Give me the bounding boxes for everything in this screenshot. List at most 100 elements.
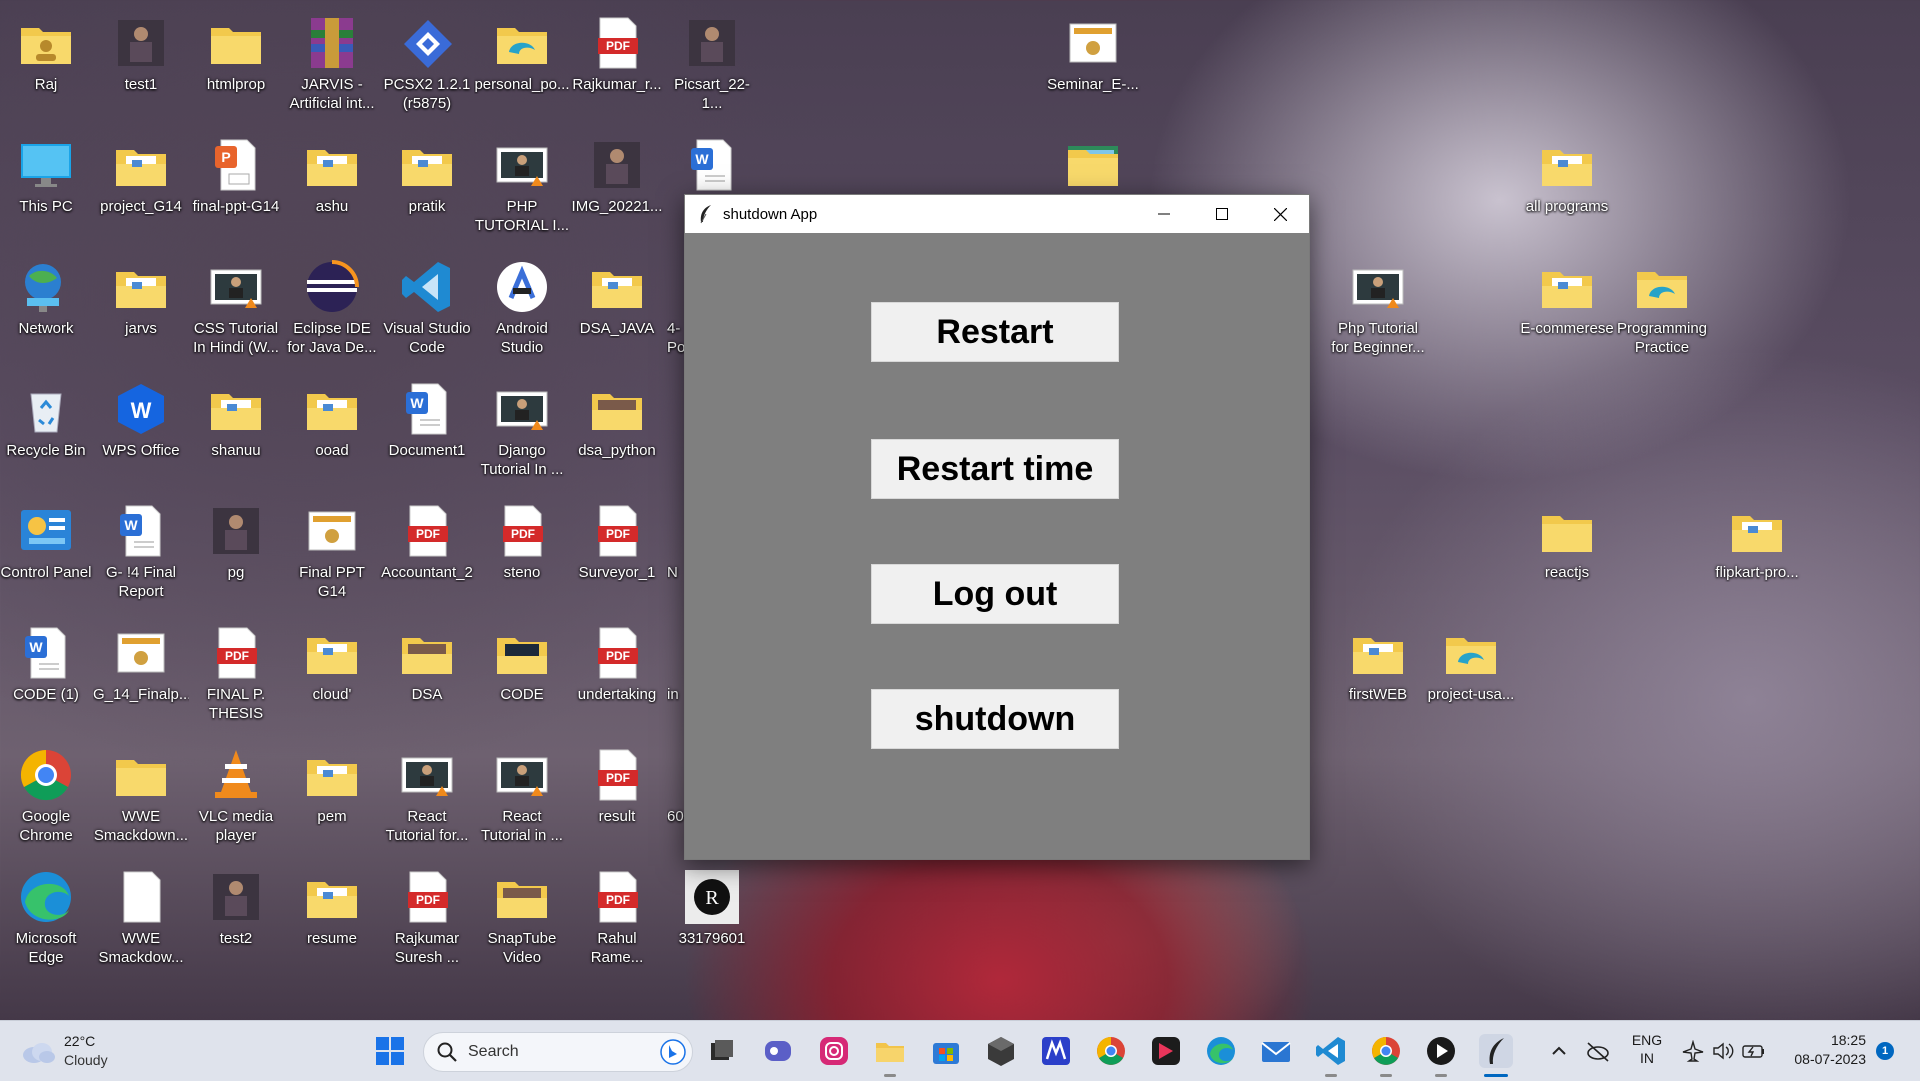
clock[interactable]: 18:25 08-07-2023 — [1778, 1031, 1866, 1071]
desktop-icon-flipkart-pro[interactable]: flipkart-pro... — [1712, 494, 1802, 612]
desktop-icon-wwe-smackdown-2[interactable]: WWE Smackdow... — [96, 860, 186, 978]
desktop-icon-steno[interactable]: PDF steno — [477, 494, 567, 612]
desktop-icon-ashu[interactable]: ashu — [287, 128, 377, 246]
taskbar-file-explorer[interactable] — [873, 1034, 907, 1068]
desktop-icon-react-tutorial-in[interactable]: React Tutorial in ... — [477, 738, 567, 856]
taskbar-chrome-1[interactable] — [1094, 1034, 1128, 1068]
desktop-icon-all-programs[interactable]: all programs — [1522, 128, 1612, 246]
notification-badge[interactable]: 1 — [1876, 1042, 1894, 1060]
quick-settings[interactable] — [1680, 1037, 1766, 1065]
desktop-icon-wwe-smackdown[interactable]: WWE Smackdown... — [94, 738, 188, 856]
taskbar-vscode[interactable] — [1314, 1034, 1348, 1068]
desktop-icon-code[interactable]: CODE — [477, 616, 567, 734]
desktop-icon-dsa-java[interactable]: DSA_JAVA — [572, 250, 662, 368]
desktop-icon-pg[interactable]: pg — [191, 494, 281, 612]
desktop-icon-accountant-2[interactable]: PDF Accountant_2 — [381, 494, 473, 612]
desktop-icon-final-p-thesis[interactable]: PDF FINAL P. THESIS — [191, 616, 281, 734]
desktop-icon-snaptube-video[interactable]: SnapTube Video — [477, 860, 567, 978]
desktop-icon-pem[interactable]: pem — [287, 738, 377, 856]
desktop-icon-reactjs[interactable]: reactjs — [1522, 494, 1612, 612]
desktop-icon-g14-final-report[interactable]: W G- !4 Final Report — [96, 494, 186, 612]
desktop-icon-css-tutorial[interactable]: CSS Tutorial In Hindi (W... — [191, 250, 281, 368]
onedrive-tray[interactable] — [1585, 1039, 1611, 1063]
taskbar-media-player[interactable] — [1424, 1034, 1458, 1068]
minimize-button[interactable] — [1135, 195, 1193, 233]
taskbar-search-box[interactable]: Search — [423, 1032, 693, 1072]
desktop-icon-pratik[interactable]: pratik — [382, 128, 472, 246]
desktop-icon-jarvs[interactable]: jarvs — [96, 250, 186, 368]
taskbar-chrome-2[interactable] — [1369, 1034, 1403, 1068]
desktop-icon-cloud[interactable]: cloud' — [287, 616, 377, 734]
desktop-icon-wps-office[interactable]: W WPS Office — [96, 372, 186, 490]
desktop-icon-resume[interactable]: resume — [287, 860, 377, 978]
shutdown-button[interactable]: shutdown — [871, 689, 1119, 749]
desktop-icon-this-pc[interactable]: This PC — [1, 128, 91, 246]
desktop-icon-rajkumar-suresh[interactable]: PDF Rajkumar Suresh ... — [382, 860, 472, 978]
desktop-icon-seminar-e[interactable]: Seminar_E-... — [1047, 6, 1139, 124]
desktop-icon-dsa[interactable]: DSA — [382, 616, 472, 734]
desktop-icon-surveyor-1[interactable]: PDF Surveyor_1 — [572, 494, 662, 612]
desktop-icon-dsa-python[interactable]: dsa_python — [572, 372, 662, 490]
taskbar-app-m[interactable] — [1039, 1034, 1073, 1068]
desktop-icon-undertaking[interactable]: PDF undertaking — [572, 616, 662, 734]
desktop-icon-react-tutorial-for[interactable]: React Tutorial for... — [382, 738, 472, 856]
taskbar-app-cube[interactable] — [984, 1034, 1018, 1068]
desktop-icon-label: htmlprop — [206, 76, 266, 93]
taskbar-task-view[interactable] — [705, 1034, 739, 1068]
restart-button[interactable]: Restart — [871, 302, 1119, 362]
window-titlebar[interactable]: shutdown App — [685, 195, 1309, 233]
desktop-icon-e-commerese[interactable]: E-commerese — [1520, 250, 1614, 368]
desktop-icon-project-g14[interactable]: project_G14 — [96, 128, 186, 246]
taskbar-python-tk[interactable] — [1479, 1034, 1513, 1068]
taskbar-mail[interactable] — [1259, 1034, 1293, 1068]
desktop-icon-programming-practice[interactable]: Programming Practice — [1617, 250, 1707, 368]
close-button[interactable] — [1251, 195, 1309, 233]
taskbar-teams[interactable] — [761, 1034, 795, 1068]
desktop-icon-img-2022[interactable]: IMG_20221... — [572, 128, 662, 246]
desktop-icon-pcsx2[interactable]: PCSX2 1.2.1 (r5875) — [382, 6, 472, 124]
weather-widget[interactable]: 22°C Cloudy — [18, 1031, 138, 1073]
taskbar-store[interactable] — [929, 1034, 963, 1068]
desktop-icon-final-ppt-g14-doc[interactable]: Final PPT G14 — [287, 494, 377, 612]
desktop-icon-jarvis[interactable]: JARVIS - Artificial int... — [287, 6, 377, 124]
desktop-icon-recycle-bin[interactable]: Recycle Bin — [1, 372, 91, 490]
desktop-icon-g14-finalp[interactable]: G_14_Finalp... — [93, 616, 189, 734]
restart-time-button[interactable]: Restart time — [871, 439, 1119, 499]
desktop-icon-ooad[interactable]: ooad — [287, 372, 377, 490]
desktop-icon-php-tutorial-beginner[interactable]: Php Tutorial for Beginner... — [1331, 250, 1425, 368]
desktop-icon-personal-po[interactable]: personal_po... — [474, 6, 570, 124]
desktop-icon-document1[interactable]: W Document1 — [382, 372, 472, 490]
taskbar-app-red[interactable] — [1149, 1034, 1183, 1068]
desktop-icon-visual-studio-code[interactable]: Visual Studio Code — [382, 250, 472, 368]
desktop-icon-final-ppt-g14[interactable]: Pfinal-ppt-G14 — [191, 128, 281, 246]
desktop-icon-code-1[interactable]: W CODE (1) — [1, 616, 91, 734]
desktop-icon-test2[interactable]: test2 — [191, 860, 281, 978]
desktop-icon-microsoft-edge[interactable]: Microsoft Edge — [1, 860, 91, 978]
desktop-icon-htmlprop[interactable]: htmlprop — [191, 6, 281, 124]
desktop-icon-result[interactable]: PDF result — [572, 738, 662, 856]
desktop-icon-google-chrome[interactable]: Google Chrome — [1, 738, 91, 856]
desktop-icon-project-usa[interactable]: project-usa... — [1426, 616, 1516, 734]
desktop-icon-picsart[interactable]: Picsart_22-1... — [667, 6, 757, 124]
desktop-icon-rahul-rame[interactable]: PDF Rahul Rame... — [572, 860, 662, 978]
show-hidden-icons-button[interactable] — [1549, 1041, 1569, 1061]
desktop-icon-firstweb[interactable]: firstWEB — [1333, 616, 1423, 734]
desktop-icon-control-panel[interactable]: Control Panel — [1, 494, 91, 612]
maximize-button[interactable] — [1193, 195, 1251, 233]
desktop-icon-test1[interactable]: test1 — [96, 6, 186, 124]
desktop-icon-android-studio[interactable]: Android Studio — [477, 250, 567, 368]
logout-button[interactable]: Log out — [871, 564, 1119, 624]
desktop-icon-raj[interactable]: Raj — [1, 6, 91, 124]
desktop-icon-network[interactable]: Network — [1, 250, 91, 368]
taskbar-instagram[interactable] — [817, 1034, 851, 1068]
taskbar-edge[interactable] — [1204, 1034, 1238, 1068]
start-button[interactable] — [373, 1034, 407, 1068]
desktop-icon-django-tutorial[interactable]: Django Tutorial In ... — [477, 372, 567, 490]
desktop-icon-vlc-media-player[interactable]: VLC media player — [191, 738, 281, 856]
language-indicator[interactable]: ENG IN — [1627, 1031, 1667, 1071]
desktop-icon-eclipse-ide[interactable]: Eclipse IDE for Java De... — [287, 250, 377, 368]
desktop-icon-shanuu[interactable]: shanuu — [191, 372, 281, 490]
desktop-icon-php-tutorial[interactable]: PHP TUTORIAL I... — [475, 128, 569, 246]
desktop-icon-33179601[interactable]: R 33179601 — [667, 860, 757, 978]
desktop-icon-rajkumar-r[interactable]: PDF Rajkumar_r... — [572, 6, 662, 124]
